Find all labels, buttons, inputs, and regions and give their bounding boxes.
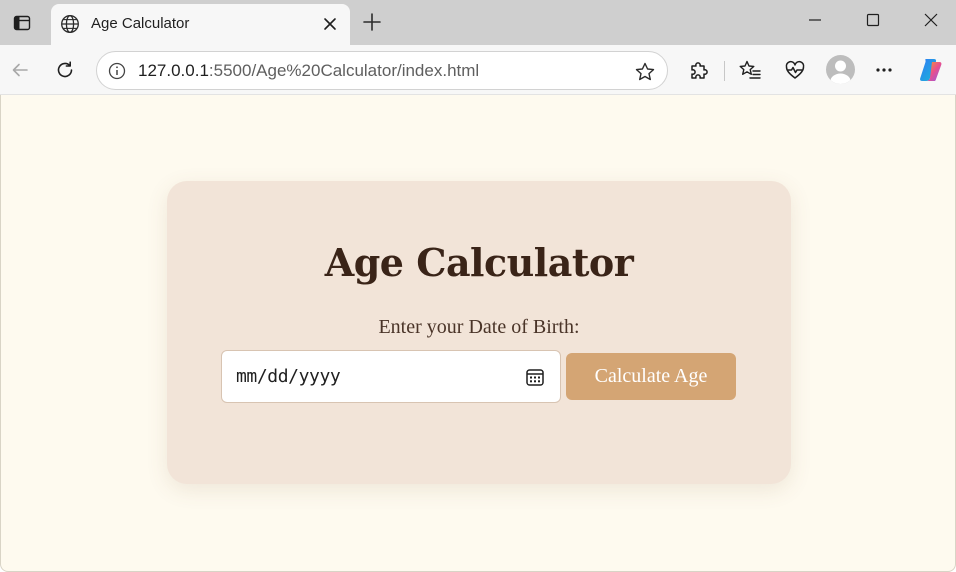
maximize-icon[interactable] xyxy=(844,0,902,40)
refresh-icon[interactable] xyxy=(48,53,82,87)
date-input-placeholder: mm/dd/yyyy xyxy=(236,366,341,387)
copilot-icon[interactable] xyxy=(914,53,948,87)
plus-icon[interactable] xyxy=(358,8,386,36)
tab-actions-icon[interactable] xyxy=(0,0,44,45)
dob-label: Enter your Date of Birth: xyxy=(378,316,580,338)
address-bar[interactable]: 127.0.0.1:5500/Age%20Calculator/index.ht… xyxy=(96,51,668,90)
info-icon[interactable] xyxy=(106,60,128,82)
tab-title: Age Calculator xyxy=(91,15,190,32)
star-icon[interactable] xyxy=(632,59,658,85)
calculator-card: Age Calculator Enter your Date of Birth:… xyxy=(167,181,791,484)
browser-toolbar: 127.0.0.1:5500/Age%20Calculator/index.ht… xyxy=(0,45,956,95)
more-dots-icon[interactable] xyxy=(867,53,901,87)
page-viewport: Age Calculator Enter your Date of Birth:… xyxy=(0,95,956,572)
browser-tab[interactable]: Age Calculator xyxy=(51,4,350,45)
avatar-icon[interactable] xyxy=(826,55,855,84)
address-path: :5500/Age%20Calculator/index.html xyxy=(208,61,480,80)
close-window-icon[interactable] xyxy=(902,0,956,40)
heartbeat-icon[interactable] xyxy=(778,53,812,87)
toolbar-divider xyxy=(724,61,725,81)
close-icon[interactable] xyxy=(319,13,341,35)
minimize-icon[interactable] xyxy=(786,0,844,40)
calculate-age-button[interactable]: Calculate Age xyxy=(566,353,736,400)
page-title: Age Calculator xyxy=(324,240,634,285)
date-of-birth-input[interactable]: mm/dd/yyyy xyxy=(221,350,561,403)
tab-bar: Age Calculator xyxy=(0,0,956,45)
address-host: 127.0.0.1 xyxy=(138,61,209,80)
address-url: 127.0.0.1:5500/Age%20Calculator/index.ht… xyxy=(138,61,479,81)
puzzle-icon[interactable] xyxy=(682,53,716,87)
globe-icon xyxy=(60,14,80,34)
calendar-icon[interactable] xyxy=(525,367,545,387)
favorites-list-icon[interactable] xyxy=(733,53,767,87)
back-arrow-icon[interactable] xyxy=(3,53,37,87)
